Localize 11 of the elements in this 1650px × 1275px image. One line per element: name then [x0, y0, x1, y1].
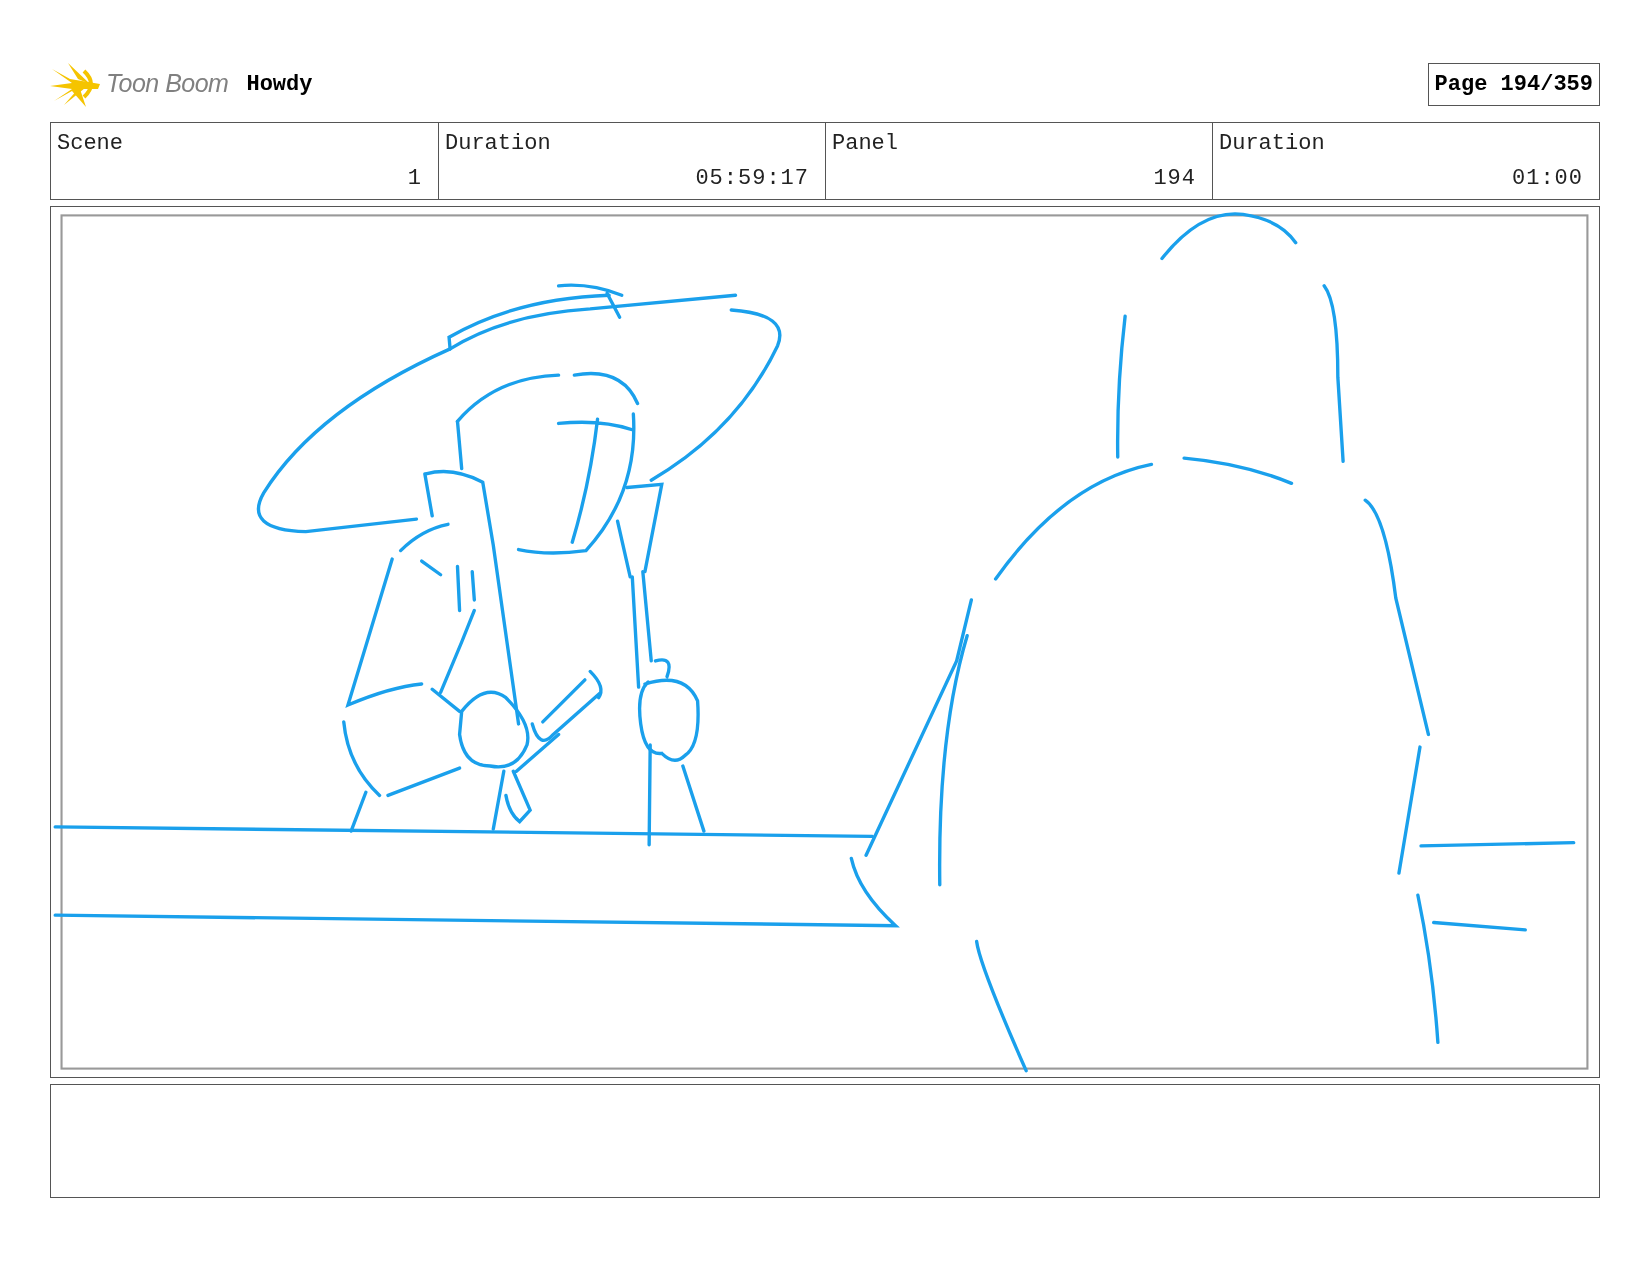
- field-label: Panel: [832, 130, 899, 158]
- field-value: 05:59:17: [695, 165, 809, 193]
- logo-text: Toon Boom: [106, 68, 229, 100]
- page-number: Page 194/359: [1427, 62, 1600, 106]
- field-value: 194: [1153, 165, 1196, 193]
- field-value: 01:00: [1512, 165, 1583, 193]
- field-label: Duration: [1219, 130, 1326, 158]
- project-title: Howdy: [246, 70, 313, 99]
- field-label: Duration: [445, 130, 552, 158]
- field-value: 1: [407, 165, 422, 193]
- field-label: Scene: [57, 130, 124, 158]
